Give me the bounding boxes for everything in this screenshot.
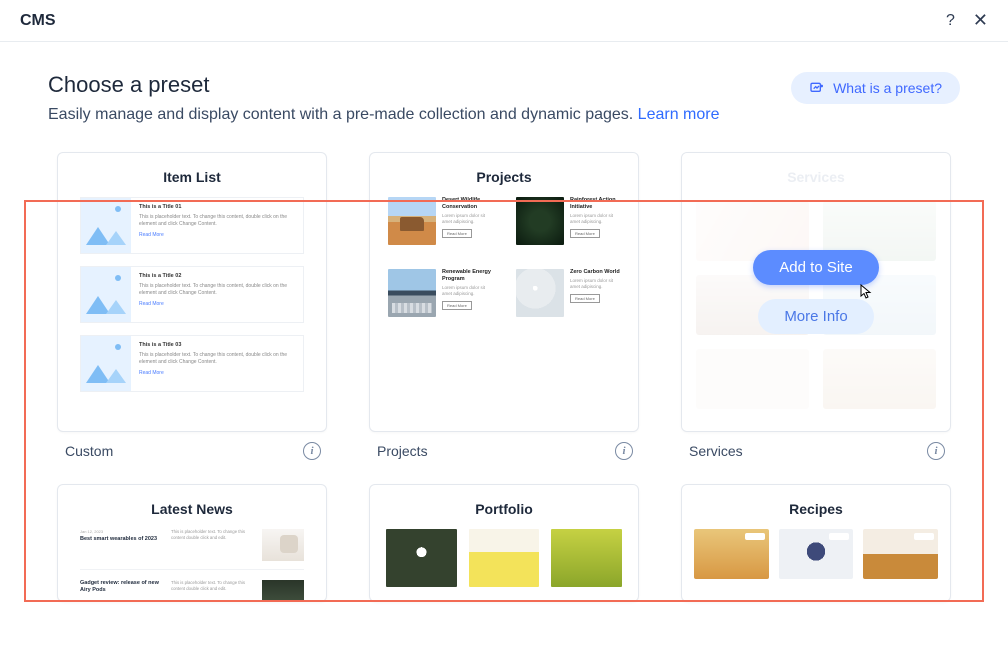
list-item: Renewable Energy ProgramLorem ipsum dolo… [388, 269, 492, 317]
intro-text: Choose a preset Easily manage and displa… [48, 72, 720, 124]
info-icon[interactable]: i [927, 442, 945, 460]
placeholder-image-icon [81, 267, 131, 322]
header-actions: ? ✕ [946, 10, 988, 31]
list-item: Gadget review: release of new Airy Pods … [80, 580, 304, 602]
app-title: CMS [20, 12, 56, 30]
card-footer: Services i [681, 432, 951, 460]
card-title: Latest News [58, 485, 326, 529]
thumbnail-icon [469, 529, 540, 587]
card-title: Item List [58, 153, 326, 197]
preset-projects[interactable]: Projects Desert Wildlife ConservationLor… [369, 152, 639, 460]
page-subtext: Easily manage and display content with a… [48, 106, 720, 124]
preset-card[interactable]: Recipes [681, 484, 951, 602]
card-title: Projects [370, 153, 638, 197]
portfolio-preview [370, 529, 638, 587]
card-title: Portfolio [370, 485, 638, 529]
thumbnail-icon [694, 529, 769, 579]
thumbnail-icon [863, 529, 938, 579]
thumbnail-icon [516, 197, 564, 245]
what-is-preset-button[interactable]: What is a preset? [791, 72, 960, 104]
add-to-site-button[interactable]: Add to Site [753, 250, 878, 285]
item-list-preview: This is a Title 01 This is placeholder t… [58, 197, 326, 392]
thumbnail-icon [388, 197, 436, 245]
projects-preview: Desert Wildlife ConservationLorem ipsum … [370, 197, 638, 317]
thumbnail-icon [779, 529, 854, 579]
recipes-preview [682, 529, 950, 579]
list-item: This is a Title 02 This is placeholder t… [80, 266, 304, 323]
preset-recipes[interactable]: Recipes [681, 484, 951, 602]
thumbnail-icon [262, 529, 304, 561]
thumbnail-icon [386, 529, 457, 587]
close-icon[interactable]: ✕ [973, 10, 988, 31]
card-title: Recipes [682, 485, 950, 529]
more-info-button[interactable]: More Info [758, 299, 873, 334]
intro-row: Choose a preset Easily manage and displa… [48, 72, 960, 124]
thumbnail-icon [262, 580, 304, 602]
page-heading: Choose a preset [48, 72, 720, 98]
list-item: Rainforest Action InitiativeLorem ipsum … [516, 197, 620, 245]
news-preview: Jan 12, 2023Best smart wearables of 2023… [58, 529, 326, 602]
list-item: This is a Title 03 This is placeholder t… [80, 335, 304, 392]
help-icon[interactable]: ? [946, 12, 955, 30]
list-item: Jan 12, 2023Best smart wearables of 2023… [80, 529, 304, 570]
preset-icon [809, 80, 825, 96]
preset-card[interactable]: Projects Desert Wildlife ConservationLor… [369, 152, 639, 432]
footer-label: Custom [65, 443, 113, 459]
list-item: Zero Carbon WorldLorem ipsum dolor sit a… [516, 269, 620, 317]
thumbnail-icon [551, 529, 622, 587]
list-item: This is a Title 01 This is placeholder t… [80, 197, 304, 254]
thumbnail-icon [516, 269, 564, 317]
preset-card[interactable]: Latest News Jan 12, 2023Best smart weara… [57, 484, 327, 602]
info-icon[interactable]: i [303, 442, 321, 460]
preset-card[interactable]: Services Add to Site More Info [681, 152, 951, 432]
preset-grid: Item List This is a Title 01 This is pla… [48, 152, 960, 602]
card-footer: Projects i [369, 432, 639, 460]
footer-label: Services [689, 443, 743, 459]
card-footer: Custom i [57, 432, 327, 460]
preset-latest-news[interactable]: Latest News Jan 12, 2023Best smart weara… [57, 484, 327, 602]
info-icon[interactable]: i [615, 442, 633, 460]
header: CMS ? ✕ [0, 0, 1008, 42]
preset-item-list[interactable]: Item List This is a Title 01 This is pla… [57, 152, 327, 460]
placeholder-image-icon [81, 336, 131, 391]
hover-overlay: Add to Site More Info [682, 153, 950, 431]
content-area: Choose a preset Easily manage and displa… [0, 42, 1008, 602]
preset-card[interactable]: Item List This is a Title 01 This is pla… [57, 152, 327, 432]
footer-label: Projects [377, 443, 428, 459]
placeholder-image-icon [81, 198, 131, 253]
thumbnail-icon [388, 269, 436, 317]
preset-portfolio[interactable]: Portfolio [369, 484, 639, 602]
learn-more-link[interactable]: Learn more [638, 106, 720, 123]
preset-card[interactable]: Portfolio [369, 484, 639, 602]
preset-services[interactable]: Services Add to Site More Info [681, 152, 951, 460]
list-item: Desert Wildlife ConservationLorem ipsum … [388, 197, 492, 245]
